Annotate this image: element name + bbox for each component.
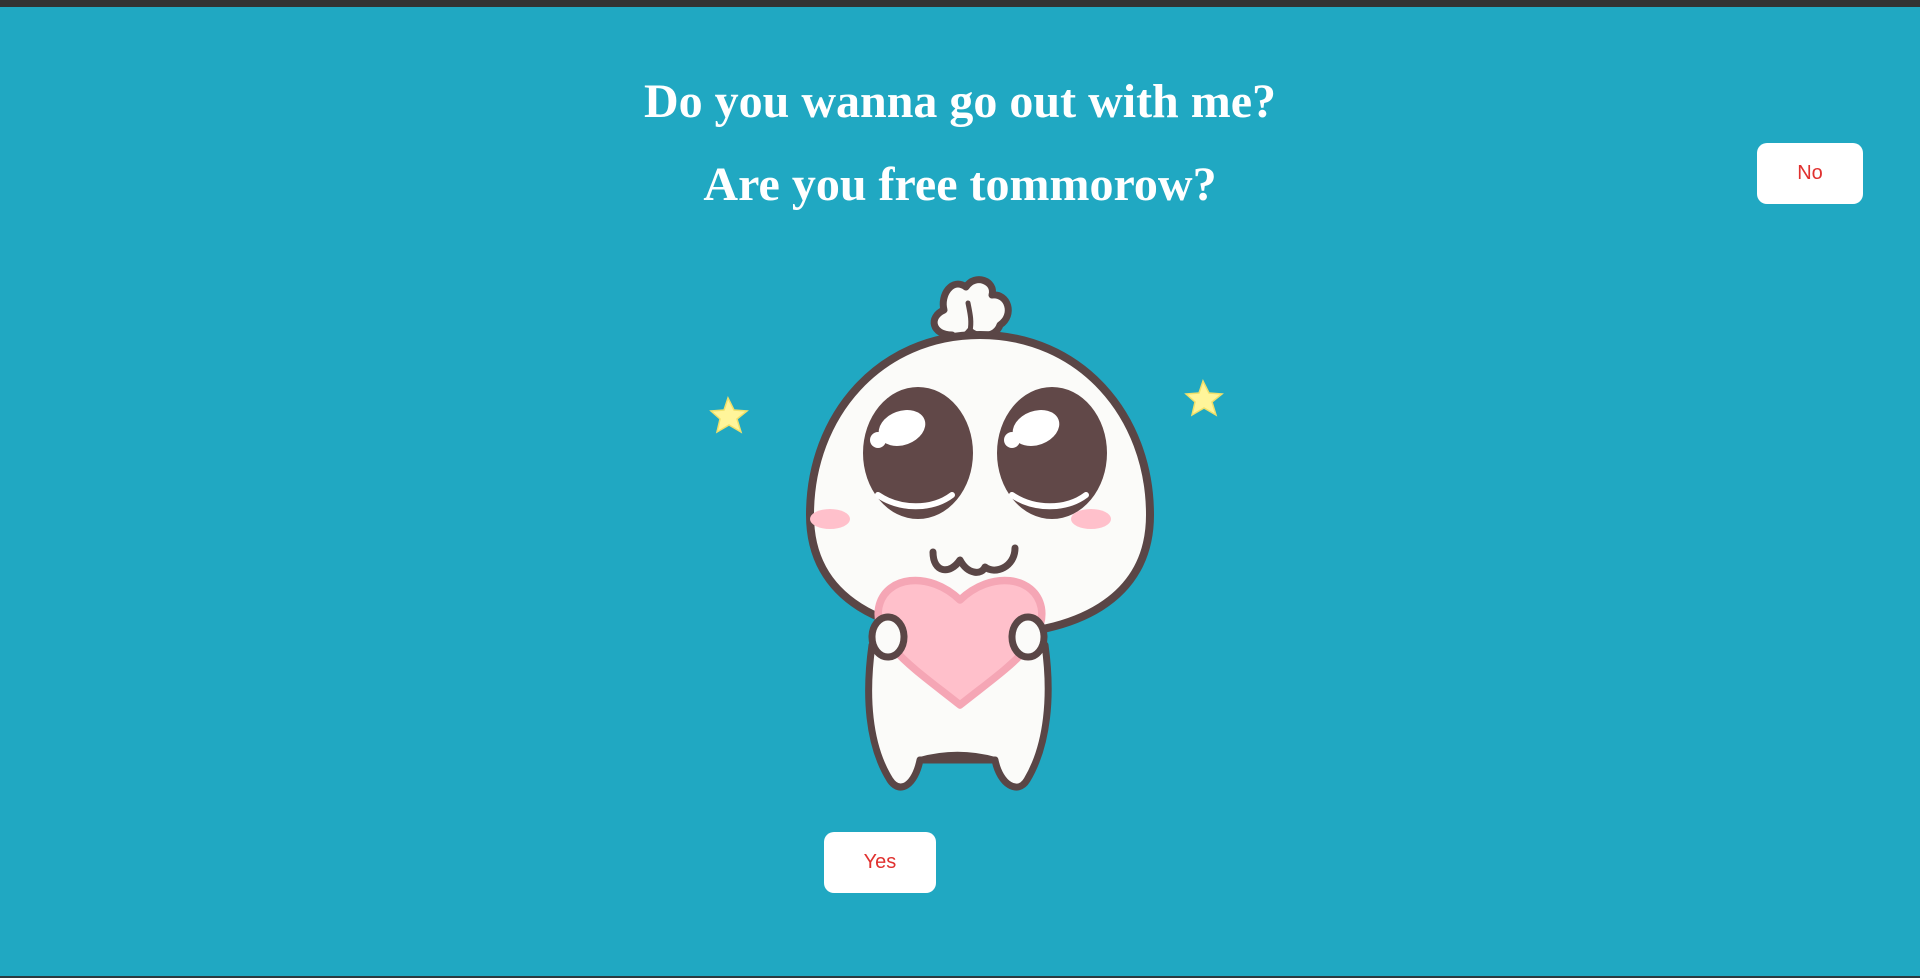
star-right-icon (1184, 379, 1224, 417)
left-hand-icon (868, 613, 908, 661)
right-hand-icon (1008, 613, 1048, 661)
question-line-2: Are you free tommorow? (703, 158, 1217, 211)
yes-button[interactable]: Yes (824, 832, 936, 893)
star-left-icon (709, 396, 749, 434)
question-line-1: Do you wanna go out with me? (643, 75, 1277, 128)
right-eye-icon (997, 387, 1107, 519)
left-eye-icon (863, 387, 973, 519)
cute-mascot-holding-heart-icon (709, 276, 1224, 791)
head-sprout-icon (930, 276, 1012, 342)
top-bar (0, 0, 1920, 7)
no-button[interactable]: No (1757, 143, 1863, 204)
